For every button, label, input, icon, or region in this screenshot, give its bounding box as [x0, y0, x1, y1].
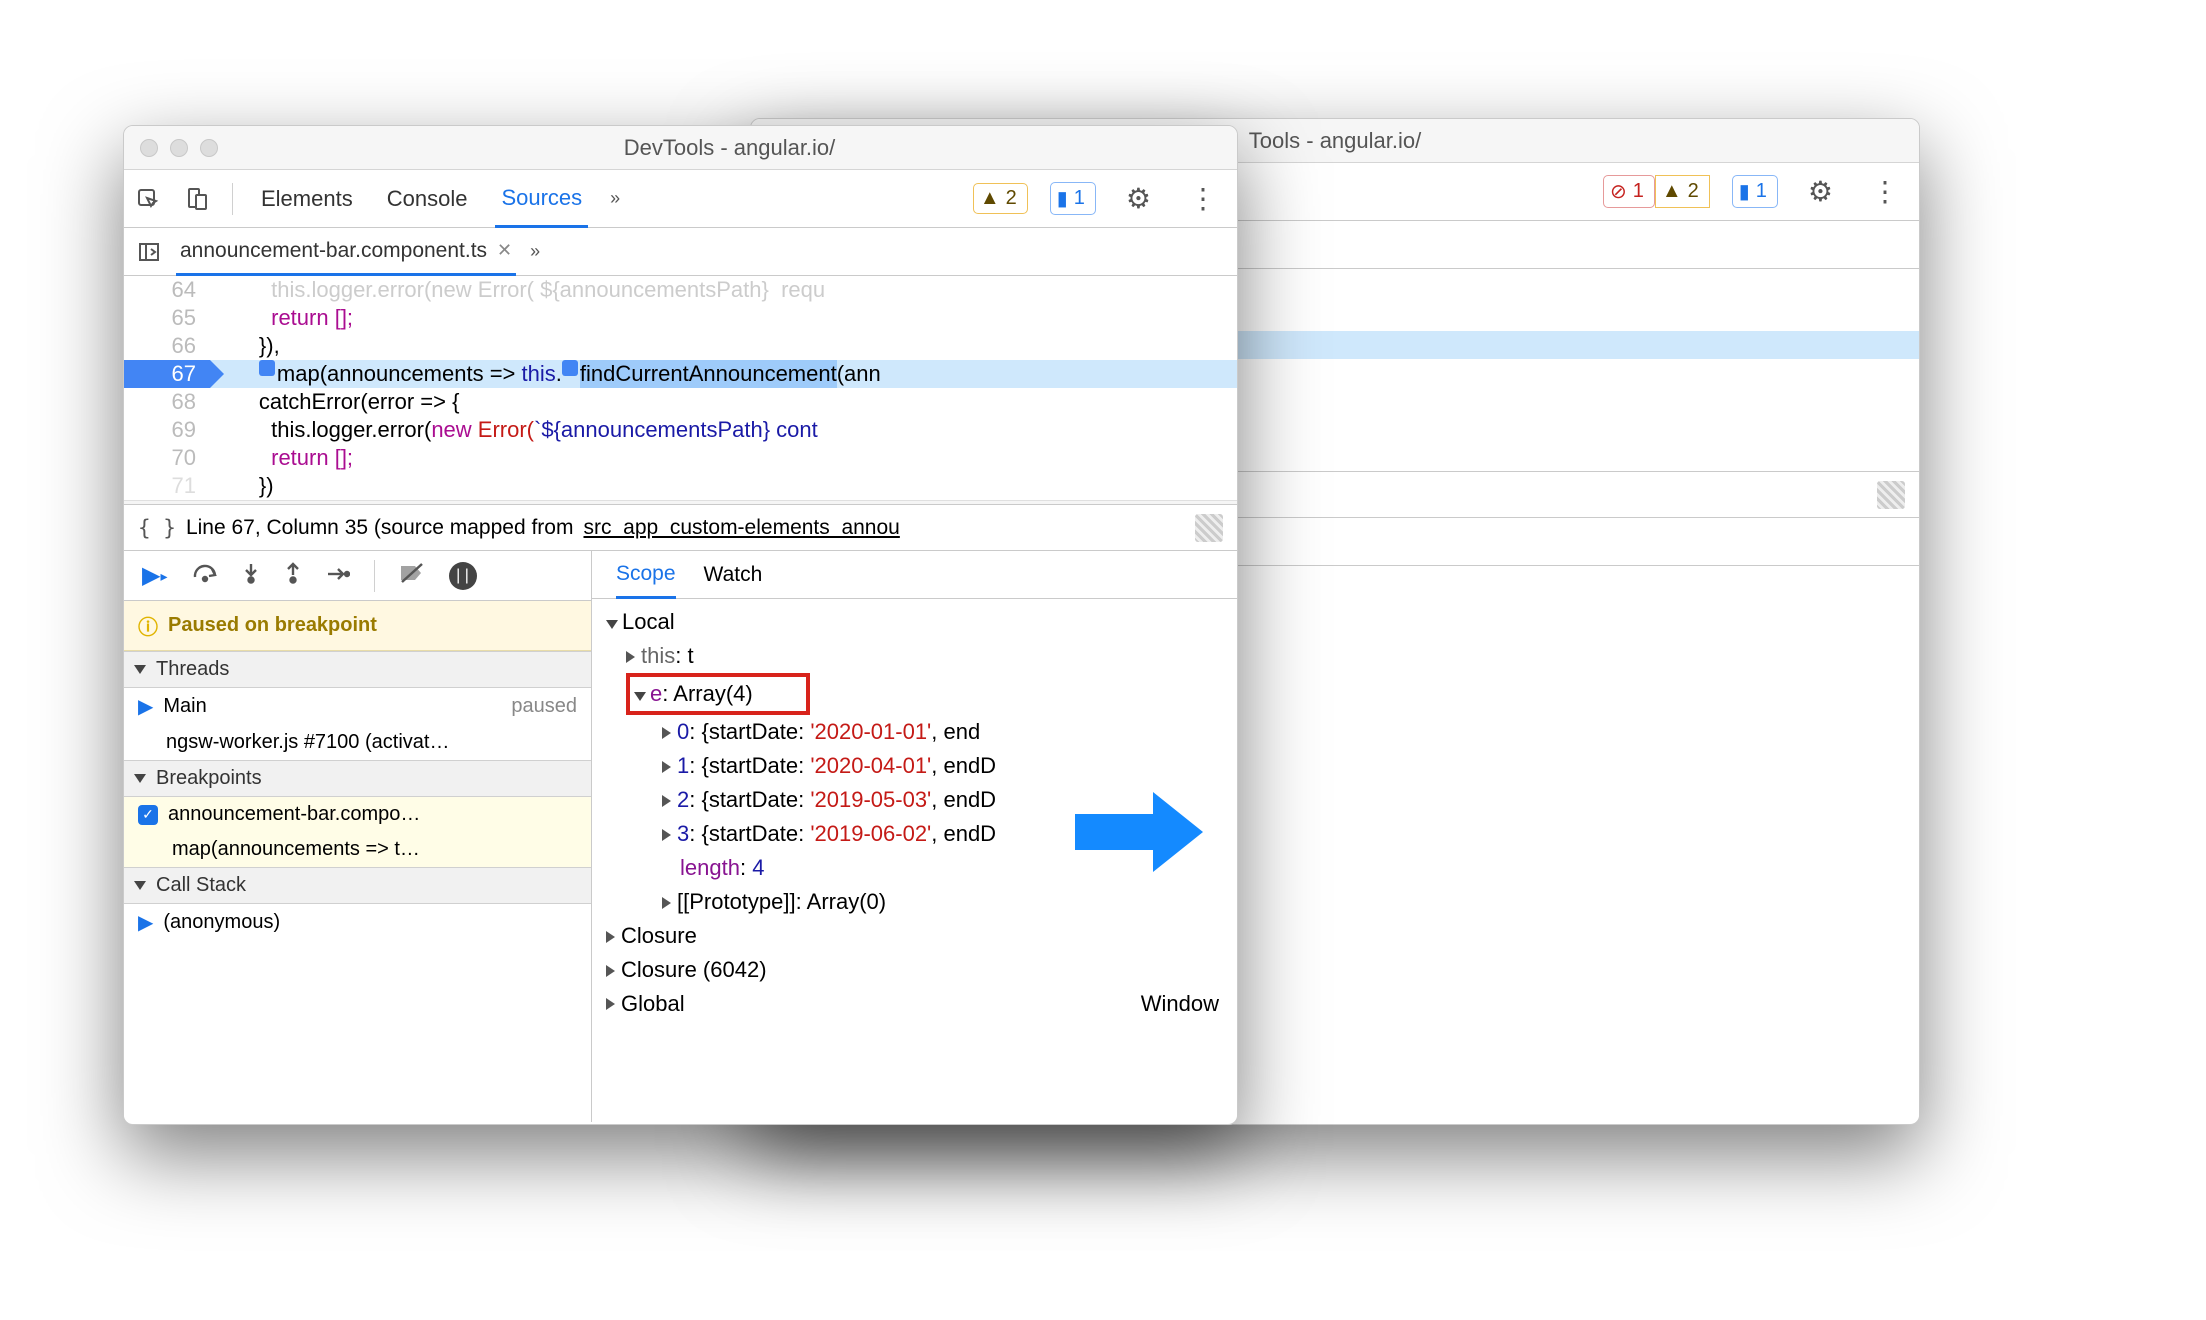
close-icon[interactable]: ✕	[497, 240, 512, 261]
devtools-window-left: DevTools - angular.io/ Elements Console …	[123, 125, 1238, 1125]
step-icon[interactable]	[326, 563, 350, 589]
breakpoint-code: map(announcements => t…	[124, 832, 591, 867]
warnings-badge[interactable]: ▲2	[1655, 175, 1710, 208]
chevron-right-icon[interactable]	[606, 931, 615, 943]
callstack-frame[interactable]: ▶(anonymous)	[124, 904, 591, 941]
debugger-controls: ▶▸ | |	[124, 551, 591, 601]
warnings-badge[interactable]: ▲2	[973, 183, 1028, 214]
chevron-right-icon[interactable]	[662, 761, 671, 773]
overflow-indicator-icon	[1195, 514, 1223, 542]
horizontal-scrollbar[interactable]	[124, 500, 1237, 504]
errors-badge[interactable]: ⊘1	[1603, 175, 1655, 208]
scope-tabs: Scope Watch	[592, 551, 1237, 599]
chevron-right-icon[interactable]	[626, 651, 635, 663]
chevron-right-icon[interactable]	[606, 998, 615, 1010]
chevron-right-icon[interactable]	[662, 795, 671, 807]
pause-exceptions-icon[interactable]: | |	[449, 562, 477, 590]
overflow-indicator-icon	[1877, 481, 1905, 509]
chevron-right-icon[interactable]	[606, 965, 615, 977]
step-into-icon[interactable]	[242, 562, 260, 590]
inspect-icon[interactable]	[136, 186, 162, 212]
breakpoint-item[interactable]: ✓announcement-bar.compo…	[124, 797, 591, 832]
chevron-down-icon[interactable]	[634, 692, 646, 701]
chevron-right-icon[interactable]	[662, 727, 671, 739]
window-title: DevTools - angular.io/	[238, 135, 1221, 161]
gear-icon[interactable]: ⚙	[1800, 175, 1841, 208]
threads-header[interactable]: Threads	[124, 651, 591, 688]
callstack-header[interactable]: Call Stack	[124, 867, 591, 904]
breakpoint-icon	[562, 360, 578, 376]
breakpoint-icon	[259, 360, 275, 376]
navigator-toggle-icon[interactable]	[136, 239, 162, 265]
tab-scope[interactable]: Scope	[616, 551, 676, 599]
more-files-chevron-icon[interactable]: »	[530, 241, 540, 262]
comparison-arrow-icon	[1075, 792, 1205, 872]
kebab-menu-icon[interactable]: ⋮	[1181, 182, 1225, 215]
main-toolbar: Elements Console Sources » ▲2 ▮1 ⚙ ⋮	[124, 170, 1237, 228]
thread-main[interactable]: ▶Mainpaused	[124, 688, 591, 725]
checkbox-icon[interactable]: ✓	[138, 805, 158, 825]
info-badge[interactable]: ▮1	[1732, 175, 1778, 208]
tab-watch[interactable]: Watch	[704, 563, 763, 587]
titlebar: DevTools - angular.io/	[124, 126, 1237, 170]
chevron-down-icon[interactable]	[606, 620, 618, 629]
thread-worker[interactable]: ngsw-worker.js #7100 (activat…	[124, 725, 591, 760]
tab-sources[interactable]: Sources	[495, 170, 588, 228]
chevron-right-icon[interactable]	[662, 829, 671, 841]
code-editor[interactable]: 64 this.logger.error(new Error( ${announ…	[124, 276, 1237, 504]
sourcemap-link[interactable]: src_app_custom-elements_annou	[583, 516, 899, 540]
more-tabs-chevron-icon[interactable]: »	[610, 188, 620, 209]
array-item: 0: {startDate: '2020-01-01', end	[606, 715, 1227, 749]
breakpoints-header[interactable]: Breakpoints	[124, 760, 591, 797]
chevron-right-icon[interactable]	[662, 897, 671, 909]
resume-icon[interactable]: ▶▸	[142, 561, 168, 590]
deactivate-breakpoints-icon[interactable]	[399, 562, 425, 590]
traffic-lights[interactable]	[140, 139, 218, 157]
device-toggle-icon[interactable]	[184, 186, 210, 212]
array-item: 1: {startDate: '2020-04-01', endD	[606, 749, 1227, 783]
gear-icon[interactable]: ⚙	[1118, 182, 1159, 215]
variable-highlight: e: Array(4)	[626, 673, 810, 715]
tab-elements[interactable]: Elements	[255, 170, 359, 228]
step-over-icon[interactable]	[192, 563, 218, 589]
paused-banner: ⓘPaused on breakpoint	[124, 601, 591, 651]
tab-console[interactable]: Console	[381, 170, 474, 228]
info-badge[interactable]: ▮1	[1050, 182, 1096, 215]
step-out-icon[interactable]	[284, 562, 302, 590]
status-bar: { } Line 67, Column 35 (source mapped fr…	[124, 504, 1237, 550]
kebab-menu-icon[interactable]: ⋮	[1863, 175, 1907, 208]
file-tabs: announcement-bar.component.ts✕ »	[124, 228, 1237, 276]
file-tab-component[interactable]: announcement-bar.component.ts✕	[176, 228, 516, 276]
